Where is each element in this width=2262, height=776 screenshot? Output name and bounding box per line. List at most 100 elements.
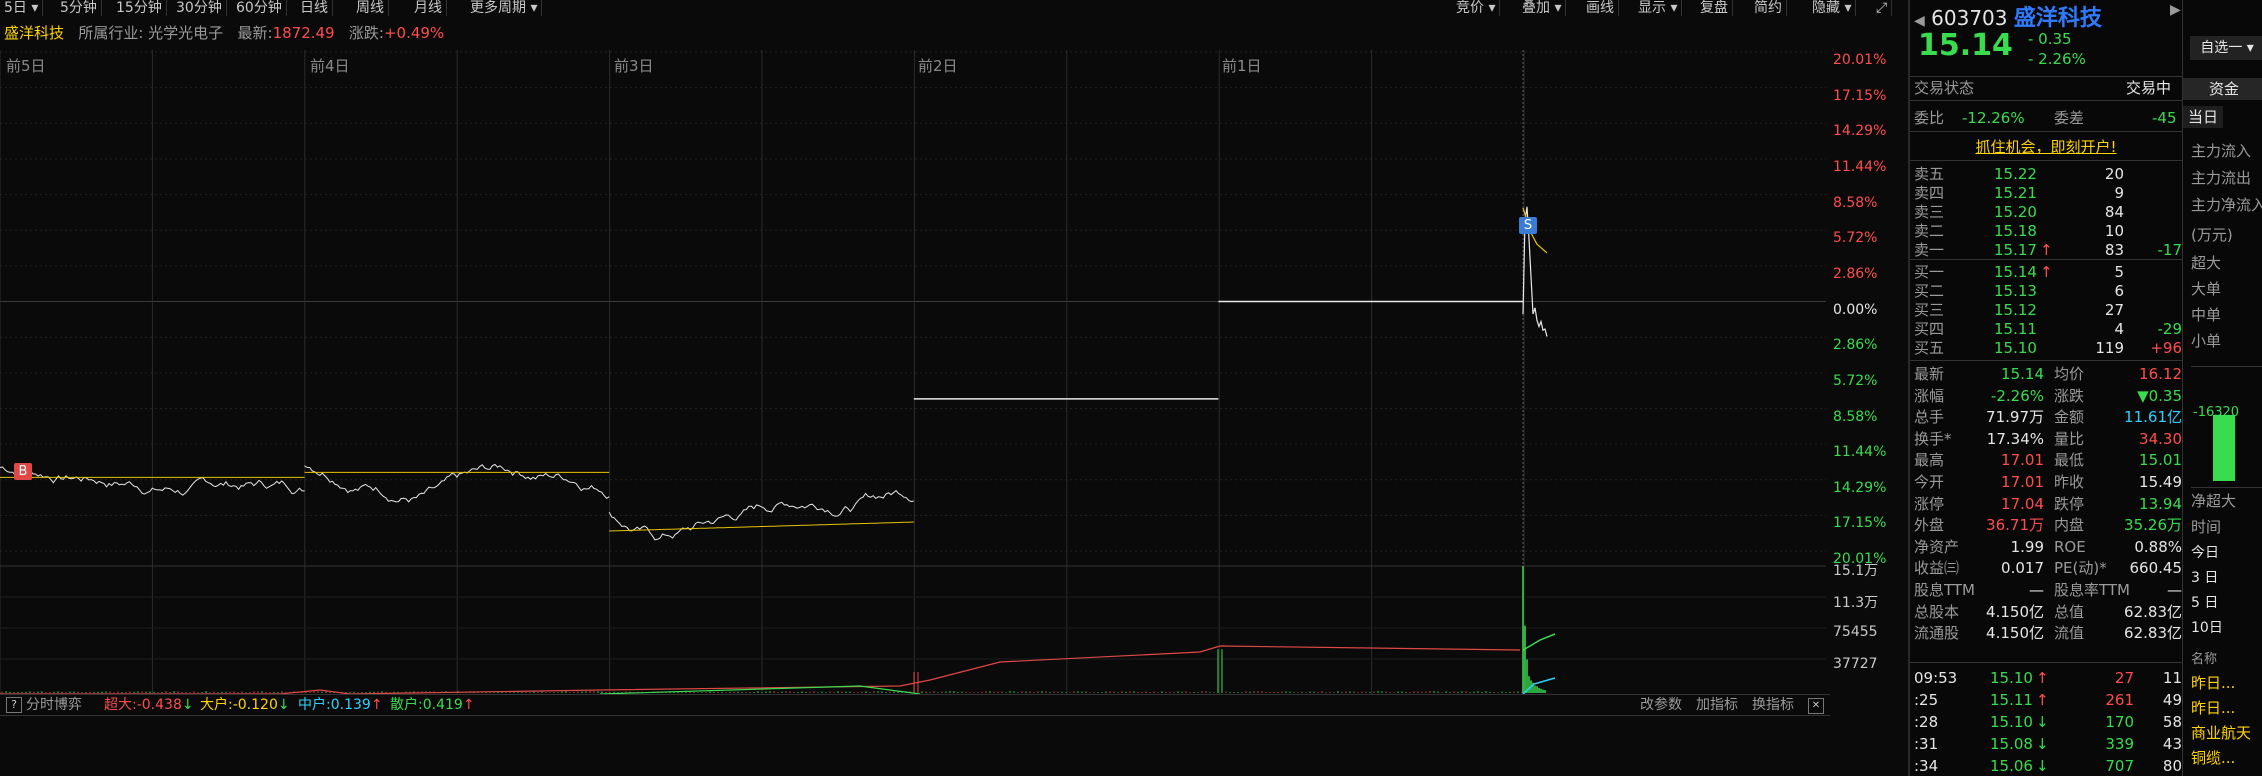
period-tab-0[interactable]: 5日 ▾ (0, 0, 44, 16)
bids-level-label: 买三 (1914, 301, 1945, 319)
pct-tick-13: 17.15% (1833, 515, 1887, 532)
size-label-0: 超大 (2191, 254, 2222, 272)
period-tab-2[interactable]: 15分钟 (112, 0, 167, 16)
period-tab-7[interactable]: 月线 (410, 0, 447, 16)
asks-price: 15.21 (1994, 184, 2037, 202)
stat-value: 15.49 (2139, 473, 2182, 491)
fund-tab[interactable]: 资金 (2183, 78, 2262, 100)
prev-stock-icon[interactable]: ◀ (1914, 13, 1925, 29)
stat-label: 最新 (1914, 365, 1945, 383)
stat-label: 跌停 (2054, 494, 2085, 513)
close-icon[interactable]: ✕ (1808, 698, 1824, 714)
pct-tick-6: 2.86% (1833, 265, 1878, 282)
tick-arrow-icon: ↓ (2036, 735, 2049, 753)
stat-label: 流通股 (1914, 624, 1960, 643)
stock-name[interactable]: 盛洋科技 (4, 24, 64, 42)
news-item-1[interactable]: 昨日... (2191, 697, 2235, 718)
pct-tick-4: 8.58% (1833, 194, 1878, 211)
period-label-2[interactable]: 5 日 (2191, 592, 2218, 612)
toolbar-button-2[interactable]: 画线 (1582, 0, 1619, 16)
switch-indicator-button[interactable]: 换指标 (1752, 695, 1794, 715)
stat-label: 收益㈢ (1914, 559, 1960, 578)
bids-level-label: 买二 (1914, 282, 1945, 300)
buy-marker[interactable]: B (14, 463, 32, 480)
fund-flow-panel: 资金 当日 主力流入 主力流出 主力净流入 (万元) 超大 大单 中单 小单 -16320 净超大 时间… (2182, 0, 2262, 776)
super-value: -0.438 (136, 697, 182, 713)
period-tab-4[interactable]: 60分钟 (232, 0, 287, 16)
pct-tick-3: 11.44% (1833, 158, 1887, 175)
stat-label: 金额 (2054, 408, 2085, 427)
net-super-label: 净超大 (2191, 492, 2237, 510)
asks-price: 15.20 (1994, 203, 2037, 221)
stat-value: 660.45 (2129, 559, 2183, 578)
unit-label: (万元) (2191, 226, 2233, 244)
stat-value: -2.26% (1990, 386, 2044, 405)
sell-marker[interactable]: S (1519, 217, 1537, 234)
volume-bars (1, 566, 1546, 693)
news-item-0[interactable]: 昨日... (2191, 672, 2235, 693)
stat-value: 17.04 (2001, 494, 2044, 513)
net-super-bar (2213, 415, 2235, 481)
period-tab-5[interactable]: 日线 (296, 0, 333, 16)
toolbar-button-0[interactable]: 竞价 ▾ (1452, 0, 1501, 16)
mid-value: 0.139 (330, 697, 371, 713)
weicha-label: 委差 (2054, 109, 2085, 127)
news-item-3[interactable]: 铜缆... (2191, 747, 2235, 768)
quote-price: 15.14 (1918, 28, 2013, 63)
fullscreen-icon[interactable]: ⤢ (1872, 0, 1892, 16)
tick-volume: 170 (2105, 713, 2134, 731)
toolbar-button-1[interactable]: 叠加 ▾ (1518, 0, 1567, 16)
pct-tick-11: 11.44% (1833, 444, 1887, 461)
tick-count: 58 (2162, 713, 2182, 731)
open-account-link[interactable]: 抓住机会，即刻开户! (1910, 136, 2182, 157)
period-tab-1[interactable]: 5分钟 (56, 0, 102, 16)
news-item-2[interactable]: 商业航天 (2191, 722, 2251, 743)
intraday-chart[interactable] (0, 50, 1830, 694)
period-label-1[interactable]: 3 日 (2191, 567, 2218, 587)
size-label-3: 小单 (2191, 332, 2222, 350)
bids-volume: 6 (2114, 282, 2124, 300)
toolbar-button-4[interactable]: 复盘 (1696, 0, 1733, 16)
period-label-3[interactable]: 10日 (2191, 617, 2223, 637)
weibi-value: -12.26% (1962, 109, 2025, 127)
indicator-name[interactable]: 分时博弈 (26, 695, 82, 715)
toolbar-button-5[interactable]: 简约 (1750, 0, 1787, 16)
stat-label: ROE (2054, 537, 2086, 556)
tick-price: 15.11 (1990, 691, 2033, 709)
flow-label-0: 主力流入 (2191, 142, 2252, 160)
toolbar-button-6[interactable]: 隐藏 ▾ (1808, 0, 1857, 16)
period-tab-6[interactable]: 周线 (352, 0, 389, 16)
stat-value: 4.150亿 (1986, 624, 2044, 643)
pct-tick-1: 17.15% (1833, 87, 1887, 104)
pct-tick-12: 14.29% (1833, 479, 1887, 496)
stat-value: 62.83亿 (2124, 602, 2182, 621)
stat-label: 换手* (1914, 429, 1952, 448)
period-tab-3[interactable]: 30分钟 (172, 0, 227, 16)
period-tab-8[interactable]: 更多周期 ▾ (466, 0, 543, 16)
asks-level-label: 卖四 (1914, 184, 1945, 202)
toolbar-button-3[interactable]: 显示 ▾ (1634, 0, 1683, 16)
period-label-0[interactable]: 今日 (2191, 542, 2219, 562)
big-label: 大户: (200, 697, 233, 713)
edit-params-button[interactable]: 改参数 (1640, 695, 1682, 715)
size-label-1: 大单 (2191, 280, 2222, 298)
bids-volume: 5 (2114, 263, 2124, 281)
big-arrow-icon: ↓ (277, 697, 290, 713)
tick-volume: 339 (2105, 735, 2134, 753)
stat-label: 总值 (2054, 602, 2085, 621)
change-label: 涨跌: (348, 24, 384, 42)
today-tab[interactable]: 当日 (2183, 106, 2223, 128)
industry-value[interactable]: 光学光电子 (148, 24, 223, 42)
bids-level-label: 买一 (1914, 263, 1945, 281)
price-lines (0, 206, 1548, 541)
tick-time: :25 (1914, 691, 1939, 709)
pct-tick-0: 20.01% (1833, 52, 1887, 68)
pct-tick-8: 2.86% (1833, 337, 1878, 354)
stat-value: 13.94 (2139, 494, 2182, 513)
help-icon[interactable]: ? (6, 697, 22, 713)
add-indicator-button[interactable]: 加指标 (1696, 695, 1738, 715)
big-value: -0.120 (232, 697, 278, 713)
mid-label: 中户: (298, 697, 331, 713)
stat-label: 最低 (2054, 451, 2085, 470)
next-stock-icon[interactable]: ▶ (2170, 2, 2181, 18)
